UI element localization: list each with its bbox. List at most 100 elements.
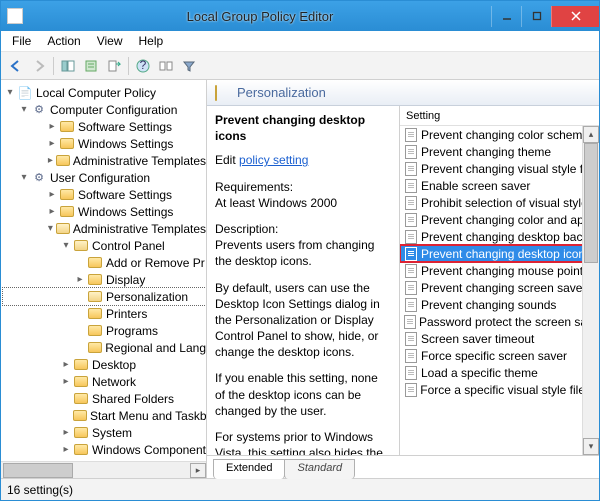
list-item[interactable]: Prevent changing sounds [400, 296, 599, 313]
category-header: Personalization [207, 80, 599, 106]
tree-sharedfolders[interactable]: Shared Folders [3, 390, 206, 407]
scroll-thumb[interactable] [584, 143, 598, 263]
tree-network[interactable]: ▸Network [3, 373, 206, 390]
tree-cc-windows[interactable]: ▸Windows Settings [3, 135, 206, 152]
tree-programs[interactable]: Programs [3, 322, 206, 339]
tree-addremove[interactable]: Add or Remove Pr [3, 254, 206, 271]
list-item[interactable]: Prevent changing desktop icons [400, 245, 599, 262]
tree-regional[interactable]: Regional and Lang [3, 339, 206, 356]
menu-action[interactable]: Action [40, 32, 87, 50]
menu-help[interactable]: Help [132, 32, 171, 50]
export-list-button[interactable] [103, 55, 125, 77]
tree-label: Regional and Lang [105, 341, 206, 355]
list-item[interactable]: Prevent changing color scheme [400, 126, 599, 143]
description-text: By default, users can use the Desktop Ic… [215, 280, 391, 361]
tree-label: Start Menu and Taskba [90, 409, 206, 423]
list-item-label: Force a specific visual style file or [420, 383, 599, 397]
edit-policy-link[interactable]: policy setting [239, 153, 308, 167]
back-button[interactable] [5, 55, 27, 77]
body: ▾📄Local Computer Policy ▾⚙Computer Confi… [1, 80, 599, 478]
description-text: Prevents users from changing the desktop… [215, 237, 391, 269]
tree-system[interactable]: ▸System [3, 424, 206, 441]
tree-uc-admin[interactable]: ▾Administrative Templates [3, 220, 206, 237]
folder-icon [215, 86, 231, 100]
list-item[interactable]: Prohibit selection of visual style f [400, 194, 599, 211]
list-item[interactable]: Prevent changing screen saver [400, 279, 599, 296]
tree-label: Software Settings [78, 120, 172, 134]
tree-personalization[interactable]: Personalization [3, 288, 206, 305]
toolbar-separator [128, 57, 129, 75]
policy-icon [404, 349, 418, 363]
tree-display[interactable]: ▸Display [3, 271, 206, 288]
list-item[interactable]: Load a specific theme [400, 364, 599, 381]
minimize-button[interactable] [491, 6, 521, 27]
extended-view-button[interactable] [155, 55, 177, 77]
show-hide-tree-button[interactable] [57, 55, 79, 77]
tree-startmenu[interactable]: Start Menu and Taskba [3, 407, 206, 424]
tree-cc-software[interactable]: ▸Software Settings [3, 118, 206, 135]
help-button[interactable]: ? [132, 55, 154, 77]
close-button[interactable] [551, 6, 599, 27]
tree-hscrollbar[interactable]: ▸ [1, 461, 206, 478]
list-item-label: Screen saver timeout [421, 332, 534, 346]
list-item[interactable]: Enable screen saver [400, 177, 599, 194]
tree-uc-software[interactable]: ▸Software Settings [3, 186, 206, 203]
tree-cc-admin[interactable]: ▸Administrative Templates [3, 152, 206, 169]
description-text: If you enable this setting, none of the … [215, 370, 391, 419]
list-item[interactable]: Force a specific visual style file or [400, 381, 599, 398]
tab-standard[interactable]: Standard [284, 459, 355, 479]
tree-label: User Configuration [50, 171, 150, 185]
menu-file[interactable]: File [5, 32, 38, 50]
tree[interactable]: ▾📄Local Computer Policy ▾⚙Computer Confi… [1, 80, 206, 461]
tabs: Extended Standard [207, 456, 599, 478]
list-item[interactable]: Prevent changing mouse pointer [400, 262, 599, 279]
list-item[interactable]: Password protect the screen save [400, 313, 599, 330]
list-item[interactable]: Prevent changing desktop backg [400, 228, 599, 245]
tree-label: Network [92, 375, 136, 389]
description-pane: Prevent changing desktop icons Edit poli… [207, 106, 399, 455]
tree-control-panel[interactable]: ▾Control Panel [3, 237, 206, 254]
filter-button[interactable] [178, 55, 200, 77]
tree-label: System [92, 426, 132, 440]
app-icon [7, 8, 23, 24]
tree-label: Printers [106, 307, 147, 321]
svg-text:?: ? [140, 59, 147, 72]
tab-extended[interactable]: Extended [213, 459, 285, 479]
tree-desktop[interactable]: ▸Desktop [3, 356, 206, 373]
tree-label: Windows Settings [78, 205, 173, 219]
policy-icon [404, 366, 418, 380]
tree-user-config[interactable]: ▾⚙User Configuration [3, 169, 206, 186]
list-item[interactable]: Prevent changing theme [400, 143, 599, 160]
tree-pane: ▾📄Local Computer Policy ▾⚙Computer Confi… [1, 80, 207, 478]
tree-uc-windows[interactable]: ▸Windows Settings [3, 203, 206, 220]
list-item[interactable]: Screen saver timeout [400, 330, 599, 347]
settings-list[interactable]: Prevent changing color scheme Prevent cha… [400, 126, 599, 455]
policy-title: Prevent changing desktop icons [215, 112, 391, 144]
list-vscrollbar[interactable]: ▴ ▾ [582, 126, 599, 455]
right-pane: Personalization Prevent changing desktop… [207, 80, 599, 478]
list-column-header[interactable]: Setting [400, 106, 599, 126]
list-item-label: Prevent changing visual style for [421, 162, 594, 176]
menu-view[interactable]: View [90, 32, 130, 50]
list-item[interactable]: Force specific screen saver [400, 347, 599, 364]
tree-root[interactable]: ▾📄Local Computer Policy [3, 84, 206, 101]
properties-button[interactable] [80, 55, 102, 77]
list-item[interactable]: Prevent changing color and appe [400, 211, 599, 228]
policy-icon [404, 383, 417, 397]
list-item-label: Prevent changing theme [421, 145, 551, 159]
category-title: Personalization [237, 85, 326, 100]
tree-computer-config[interactable]: ▾⚙Computer Configuration [3, 101, 206, 118]
scroll-down-button[interactable]: ▾ [583, 438, 599, 455]
maximize-button[interactable] [521, 6, 551, 27]
forward-button[interactable] [28, 55, 50, 77]
tree-label: Add or Remove Pr [106, 256, 205, 270]
requirements-text: At least Windows 2000 [215, 195, 391, 211]
policy-icon [404, 281, 418, 295]
tree-label: Local Computer Policy [36, 86, 156, 100]
tree-printers[interactable]: Printers [3, 305, 206, 322]
tree-wincomponents[interactable]: ▸Windows Component [3, 441, 206, 458]
list-item-label: Password protect the screen save [419, 315, 599, 329]
scroll-up-button[interactable]: ▴ [583, 126, 599, 143]
list-item[interactable]: Prevent changing visual style for [400, 160, 599, 177]
tree-label: Personalization [106, 290, 188, 304]
